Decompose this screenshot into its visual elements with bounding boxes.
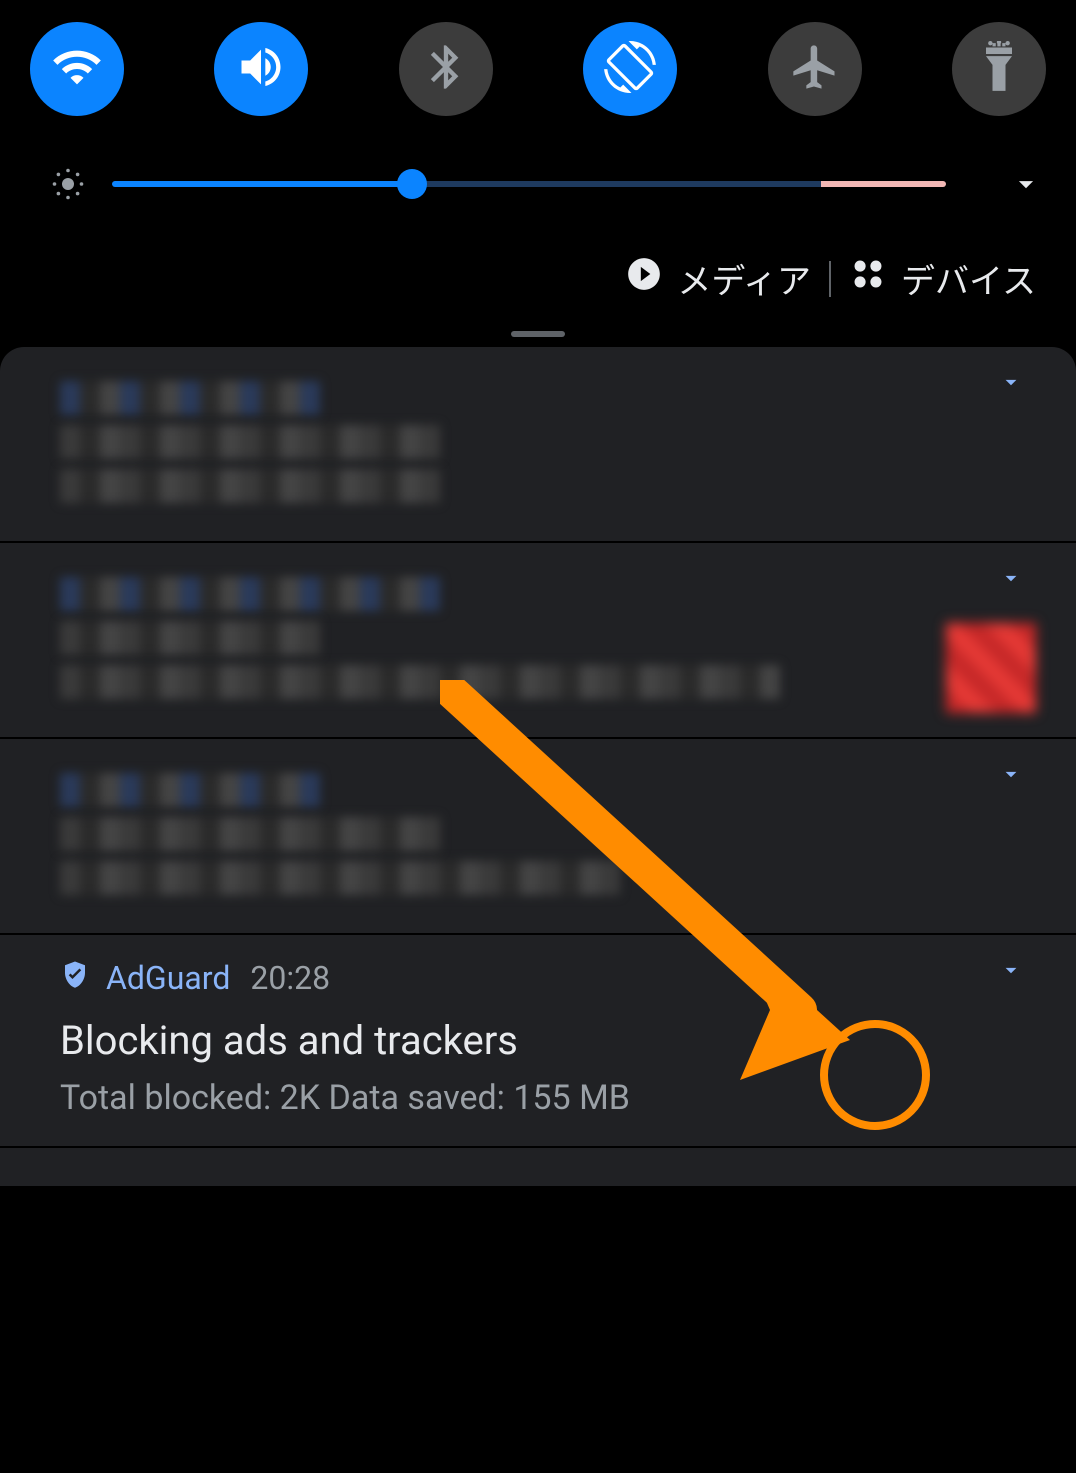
devices-label: デバイス [901, 254, 1036, 303]
redacted-image [946, 623, 1036, 713]
brightness-thumb[interactable] [397, 169, 427, 199]
notification-expand[interactable] [996, 563, 1026, 593]
redacted-text [60, 425, 440, 459]
sound-toggle[interactable] [214, 22, 308, 116]
notification-subtitle: Total blocked: 2K Data saved: 155 MB [60, 1078, 1016, 1118]
redacted-text [60, 469, 440, 503]
notification-expand[interactable] [996, 367, 1026, 397]
redacted-text [60, 817, 440, 851]
brightness-slider[interactable] [112, 170, 946, 198]
flashlight-toggle[interactable] [952, 22, 1046, 116]
notification-list: AdGuard 20:28 Blocking ads and trackers … [0, 347, 1076, 1188]
panel-handle[interactable] [511, 331, 565, 337]
notification-time: 20:28 [250, 959, 330, 997]
adguard-notification[interactable]: AdGuard 20:28 Blocking ads and trackers … [0, 935, 1076, 1148]
notification-app-name: AdGuard [106, 959, 230, 997]
notification-expand[interactable] [996, 955, 1026, 985]
expand-quick-settings[interactable] [1006, 164, 1046, 204]
brightness-track [112, 181, 946, 187]
play-circle-icon [625, 255, 663, 302]
redacted-text [60, 621, 320, 655]
notification-item[interactable] [0, 543, 1076, 739]
notification-header: AdGuard 20:28 [60, 959, 1016, 997]
brightness-icon [48, 164, 88, 204]
devices-button[interactable]: デバイス [849, 254, 1036, 303]
notification-item[interactable] [0, 1148, 1076, 1188]
media-button[interactable]: メディア [625, 254, 811, 303]
grid-icon [849, 255, 887, 302]
redacted-text [60, 381, 320, 415]
media-devices-row: メディア デバイス [0, 204, 1076, 331]
brightness-row [0, 116, 1076, 204]
wifi-toggle[interactable] [30, 22, 124, 116]
auto-rotate-icon [604, 41, 656, 97]
notification-expand[interactable] [996, 759, 1026, 789]
redacted-text [60, 773, 320, 807]
separator [829, 261, 831, 297]
redacted-text [60, 861, 620, 895]
bluetooth-toggle[interactable] [399, 22, 493, 116]
wifi-icon [51, 41, 103, 97]
redacted-text [60, 577, 440, 611]
shield-icon [60, 959, 90, 997]
redacted-text [60, 665, 780, 699]
notification-item[interactable] [0, 739, 1076, 935]
notification-title: Blocking ads and trackers [60, 1017, 1016, 1064]
auto-rotate-toggle[interactable] [583, 22, 677, 116]
sound-icon [235, 41, 287, 97]
notification-item[interactable] [0, 347, 1076, 543]
bluetooth-icon [420, 41, 472, 97]
media-label: メディア [677, 254, 811, 303]
quick-settings-row [0, 0, 1076, 116]
airplane-icon [789, 41, 841, 97]
flashlight-icon [973, 41, 1025, 97]
airplane-toggle[interactable] [768, 22, 862, 116]
